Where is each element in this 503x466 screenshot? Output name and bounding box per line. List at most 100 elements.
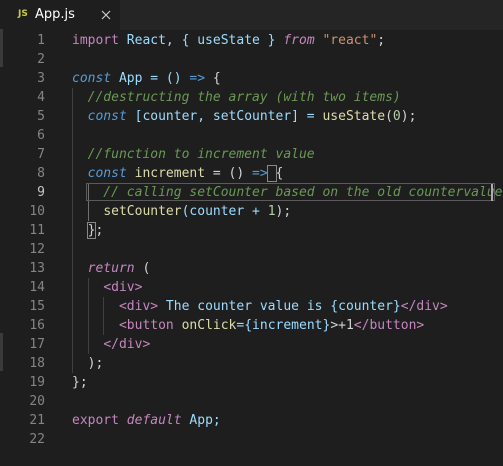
code-token: <div> — [118, 299, 159, 314]
code-text: <button onClick={increment}>+1</button> — [72, 316, 424, 335]
code-line[interactable]: 3 const App = () => { — [0, 69, 503, 88]
code-token: 1 — [267, 204, 276, 219]
line-number: 4 — [37, 90, 45, 105]
line-number: 11 — [29, 223, 45, 238]
indent-guide — [103, 297, 105, 335]
code-token: [counter, setCounter] = — [126, 109, 323, 124]
code-token: { — [205, 71, 221, 86]
code-token: useState — [322, 109, 386, 124]
code-token: from — [283, 33, 315, 48]
code-token: ( — [134, 261, 151, 276]
code-token: </button> — [353, 318, 425, 333]
code-line[interactable]: 7 //function to increment value — [0, 145, 503, 164]
line-number: 15 — [29, 299, 45, 314]
close-icon[interactable] — [99, 7, 113, 21]
code-token: => — [189, 71, 206, 86]
code-line[interactable]: 11 }; — [0, 221, 503, 240]
code-token: 0 — [392, 109, 401, 124]
indent-guide — [72, 88, 73, 373]
line-number: 7 — [37, 147, 45, 162]
code-line[interactable]: 14 <div> — [0, 278, 503, 297]
code-line[interactable]: 16 <button onClick={increment}>+1</butto… — [0, 316, 503, 335]
tab-app-js[interactable]: JS App.js — [0, 0, 120, 30]
code-line[interactable]: 1 import React, { useState } from "react"… — [0, 31, 503, 50]
code-token: = () — [205, 166, 253, 181]
gutter-marker — [0, 29, 3, 67]
code-token: ); — [400, 109, 417, 124]
code-line[interactable]: 21 export default App; — [0, 411, 503, 430]
code-text: setCounter(counter + 1); — [72, 202, 291, 221]
code-line[interactable]: 18 ); — [0, 354, 503, 373]
code-text: const App = () => { — [72, 69, 221, 88]
code-token: ; — [377, 33, 386, 48]
code-token: The counter value is {counter} — [158, 299, 401, 314]
code-text: const increment = () => { — [72, 164, 284, 183]
code-text: <div> — [72, 278, 142, 297]
code-token: ={increment} — [236, 318, 331, 333]
code-text: export default App; — [72, 411, 221, 430]
code-line[interactable]: 19}; — [0, 373, 503, 392]
code-line[interactable]: 22 — [0, 430, 503, 449]
line-number: 13 — [29, 261, 45, 276]
code-text: //function to increment value — [72, 145, 315, 164]
code-line[interactable]: 8 const increment = () => { — [0, 164, 503, 183]
bracket-match-highlight — [266, 165, 277, 182]
code-line[interactable]: 17 </div> — [0, 335, 503, 354]
line-number: 5 — [37, 109, 45, 124]
code-token: setCounter — [103, 204, 182, 219]
line-number: 8 — [37, 166, 45, 181]
line-number: 18 — [29, 356, 45, 371]
code-token: return — [87, 261, 135, 276]
code-text: ); — [72, 354, 104, 373]
line-number: 1 — [37, 33, 45, 48]
code-token: App; — [181, 413, 221, 428]
code-token: import — [72, 33, 119, 48]
indent-guide — [87, 278, 89, 354]
code-token: //function to increment value — [72, 147, 315, 162]
code-editor[interactable]: 1 import React, { useState } from "react"… — [0, 29, 503, 466]
code-token: </div> — [103, 337, 151, 352]
gutter-marker — [0, 333, 3, 371]
code-text: </div> — [72, 335, 150, 354]
line-number: 12 — [29, 242, 45, 257]
code-token: => — [252, 166, 268, 181]
code-line[interactable]: 20 — [0, 392, 503, 411]
code-token: >+1 — [330, 318, 354, 333]
code-line[interactable]: 15 <div> The counter value is {counter}<… — [0, 297, 503, 316]
code-token: React, { useState } — [118, 33, 284, 48]
line-number: 2 — [37, 52, 45, 67]
code-text: <div> The counter value is {counter}</di… — [72, 297, 448, 316]
code-token: (counter + — [181, 204, 268, 219]
line-number: 19 — [29, 375, 45, 390]
bracket-match-highlight — [86, 222, 97, 239]
line-number: 16 — [29, 318, 45, 333]
code-token: onClick — [173, 318, 237, 333]
code-token: <div> — [103, 280, 143, 295]
code-line[interactable]: 12 — [0, 240, 503, 259]
current-line-highlight — [86, 183, 495, 201]
line-number: 6 — [37, 128, 45, 143]
code-text: import React, { useState } from "react"; — [72, 31, 385, 50]
code-token: const — [87, 109, 127, 124]
code-text: }; — [72, 373, 88, 392]
code-token: //destructing the array (with two items) — [72, 90, 401, 105]
code-token: increment — [126, 166, 206, 181]
code-line[interactable]: 2 — [0, 50, 503, 69]
code-text: return ( — [72, 259, 151, 278]
javascript-file-icon: JS — [18, 9, 28, 19]
code-line[interactable]: 10 setCounter(counter + 1); — [0, 202, 503, 221]
code-line[interactable]: 6 — [0, 126, 503, 145]
code-line[interactable]: 5 const [counter, setCounter] = useState… — [0, 107, 503, 126]
code-text: //destructing the array (with two items) — [72, 88, 401, 107]
code-line[interactable]: 13 return ( — [0, 259, 503, 278]
code-token: const — [87, 166, 127, 181]
code-line[interactable]: 4 //destructing the array (with two item… — [0, 88, 503, 107]
line-number: 20 — [29, 394, 45, 409]
code-token: App = () — [111, 71, 190, 86]
code-token: </div> — [400, 299, 448, 314]
code-token: export — [72, 413, 119, 428]
code-token: ( — [385, 109, 393, 124]
